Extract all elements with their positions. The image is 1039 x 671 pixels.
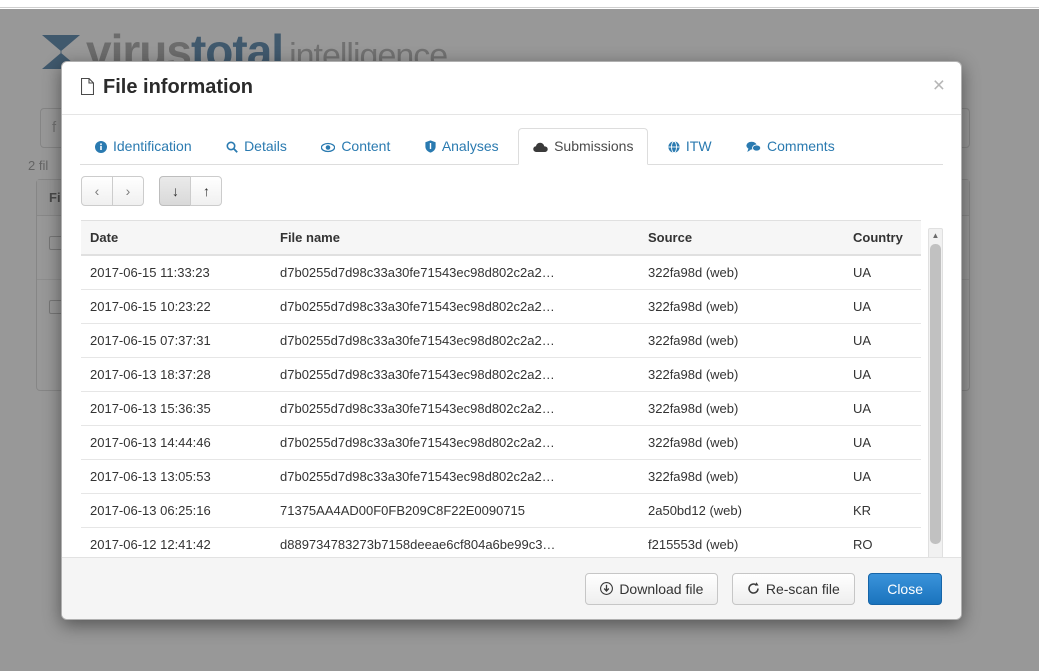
cell-source: 2a50bd12 (web) <box>639 494 844 528</box>
download-file-label: Download file <box>619 581 703 597</box>
cell-country: UA <box>844 358 921 392</box>
cell-file-name: d7b0255d7d98c33a30fe71543ec98d802c2a2… <box>271 358 639 392</box>
cell-source: 322fa98d (web) <box>639 255 844 290</box>
tab-label: Submissions <box>554 138 633 154</box>
table-row[interactable]: 2017-06-13 13:05:53 d7b0255d7d98c33a30fe… <box>81 460 921 494</box>
download-circle-icon <box>600 575 613 605</box>
tab-label: Comments <box>767 138 835 154</box>
cell-country: UA <box>844 460 921 494</box>
table-row[interactable]: 2017-06-13 18:37:28 d7b0255d7d98c33a30fe… <box>81 358 921 392</box>
submissions-toolbar: ‹› ↓↑ <box>81 176 961 206</box>
pagination-group: ‹› <box>81 176 144 206</box>
cell-source: 322fa98d (web) <box>639 392 844 426</box>
sort-ascending-button[interactable]: ↑ <box>190 176 222 206</box>
cell-country: KR <box>844 494 921 528</box>
comment-icon <box>746 131 761 165</box>
eye-icon <box>321 131 335 165</box>
table-row[interactable]: 2017-06-15 11:33:23 d7b0255d7d98c33a30fe… <box>81 255 921 290</box>
next-page-button[interactable]: › <box>112 176 144 206</box>
globe-icon <box>668 131 680 165</box>
tab-label: Identification <box>113 138 192 154</box>
magnifier-icon <box>226 131 238 165</box>
tab-comments[interactable]: Comments <box>731 128 850 165</box>
cell-date: 2017-06-15 07:37:31 <box>81 324 271 358</box>
shield-icon <box>425 131 436 165</box>
column-header-date: Date <box>81 221 271 256</box>
cell-country: UA <box>844 324 921 358</box>
refresh-icon <box>747 575 760 605</box>
close-icon[interactable]: × <box>933 75 945 96</box>
column-header-source: Source <box>639 221 844 256</box>
sort-group: ↓↑ <box>159 176 222 206</box>
browser-top-strip <box>0 0 1039 8</box>
close-button[interactable]: Close <box>868 573 942 605</box>
cell-country: UA <box>844 290 921 324</box>
cell-date: 2017-06-15 10:23:22 <box>81 290 271 324</box>
info-circle-icon <box>95 131 107 165</box>
dialog-title: File information <box>81 76 253 99</box>
tab-label: Analyses <box>442 138 499 154</box>
file-icon <box>81 78 94 95</box>
table-row[interactable]: 2017-06-15 10:23:22 d7b0255d7d98c33a30fe… <box>81 290 921 324</box>
rescan-file-button[interactable]: Re-scan file <box>732 573 855 605</box>
cell-file-name: d7b0255d7d98c33a30fe71543ec98d802c2a2… <box>271 392 639 426</box>
scroll-up-icon[interactable]: ▲ <box>929 229 942 243</box>
cell-source: 322fa98d (web) <box>639 324 844 358</box>
submissions-table-container: Date File name Source Country 2017-06-15… <box>81 220 943 572</box>
previous-page-button[interactable]: ‹ <box>81 176 113 206</box>
dialog-header: File information × <box>62 62 961 115</box>
tab-content[interactable]: Content <box>306 128 405 165</box>
table-row[interactable]: 2017-06-15 07:37:31 d7b0255d7d98c33a30fe… <box>81 324 921 358</box>
cell-date: 2017-06-15 11:33:23 <box>81 255 271 290</box>
cell-source: 322fa98d (web) <box>639 460 844 494</box>
cell-file-name: d7b0255d7d98c33a30fe71543ec98d802c2a2… <box>271 324 639 358</box>
cell-date: 2017-06-13 18:37:28 <box>81 358 271 392</box>
scrollbar-thumb[interactable] <box>930 244 941 544</box>
cell-source: 322fa98d (web) <box>639 290 844 324</box>
cell-date: 2017-06-13 06:25:16 <box>81 494 271 528</box>
file-information-dialog: File information × Identification Detail… <box>61 61 962 620</box>
tab-label: ITW <box>686 138 712 154</box>
tab-submissions[interactable]: Submissions <box>518 128 648 165</box>
tab-itw[interactable]: ITW <box>653 128 727 165</box>
tab-label: Details <box>244 138 287 154</box>
tab-label: Content <box>341 138 390 154</box>
cell-country: UA <box>844 426 921 460</box>
cell-source: 322fa98d (web) <box>639 358 844 392</box>
sort-descending-button[interactable]: ↓ <box>159 176 191 206</box>
column-header-country: Country <box>844 221 921 256</box>
column-header-file-name: File name <box>271 221 639 256</box>
cell-file-name: d7b0255d7d98c33a30fe71543ec98d802c2a2… <box>271 426 639 460</box>
table-row[interactable]: 2017-06-13 06:25:16 71375AA4AD00F0FB209C… <box>81 494 921 528</box>
dialog-footer: Download file Re-scan file Close <box>62 557 961 619</box>
tab-identification[interactable]: Identification <box>80 128 207 165</box>
cell-source: 322fa98d (web) <box>639 426 844 460</box>
cell-file-name: 71375AA4AD00F0FB209C8F22E0090715 <box>271 494 639 528</box>
table-row[interactable]: 2017-06-13 15:36:35 d7b0255d7d98c33a30fe… <box>81 392 921 426</box>
table-row[interactable]: 2017-06-13 14:44:46 d7b0255d7d98c33a30fe… <box>81 426 921 460</box>
dialog-title-text: File information <box>103 76 253 98</box>
cloud-icon <box>533 131 548 165</box>
cell-date: 2017-06-13 15:36:35 <box>81 392 271 426</box>
download-file-button[interactable]: Download file <box>585 573 718 605</box>
submissions-table-header-row: Date File name Source Country <box>81 221 921 256</box>
rescan-file-label: Re-scan file <box>766 581 840 597</box>
cell-file-name: d7b0255d7d98c33a30fe71543ec98d802c2a2… <box>271 255 639 290</box>
submissions-scrollbar[interactable]: ▲ ▼ <box>928 228 943 572</box>
cell-country: UA <box>844 392 921 426</box>
cell-file-name: d7b0255d7d98c33a30fe71543ec98d802c2a2… <box>271 290 639 324</box>
submissions-table: Date File name Source Country 2017-06-15… <box>81 220 921 572</box>
cell-date: 2017-06-13 14:44:46 <box>81 426 271 460</box>
tab-details[interactable]: Details <box>211 128 302 165</box>
dialog-tabs: Identification Details Content Analyses … <box>80 128 943 165</box>
cell-country: UA <box>844 255 921 290</box>
submissions-table-body: 2017-06-15 11:33:23 d7b0255d7d98c33a30fe… <box>81 255 921 572</box>
cell-file-name: d7b0255d7d98c33a30fe71543ec98d802c2a2… <box>271 460 639 494</box>
cell-date: 2017-06-13 13:05:53 <box>81 460 271 494</box>
tab-analyses[interactable]: Analyses <box>410 128 514 165</box>
